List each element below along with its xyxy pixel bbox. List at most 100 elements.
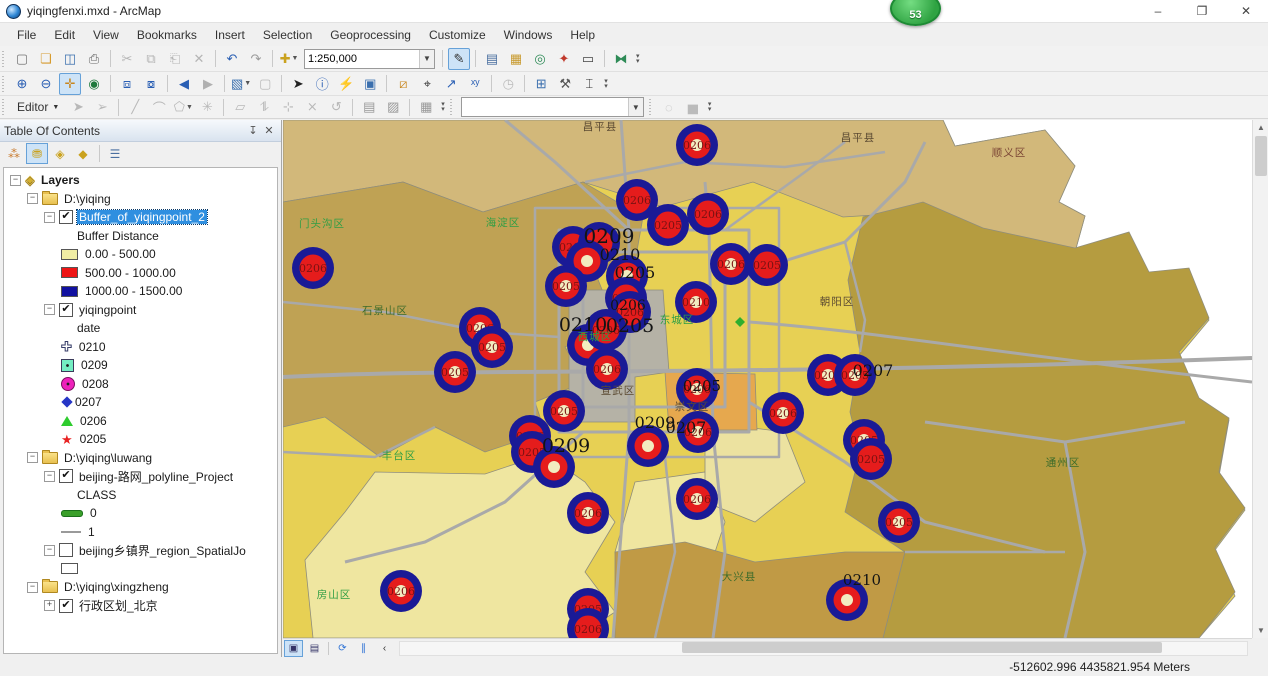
cut-polygon-button[interactable]: ⨯: [301, 96, 323, 118]
attributes-button[interactable]: ▤: [358, 96, 380, 118]
toc-label[interactable]: beijing乡镇界_region_SpatialJo: [77, 542, 248, 559]
toc-tree-row[interactable]: −✔beijing-路网_polyline_Project: [4, 467, 277, 486]
measure-button[interactable]: ⧄: [392, 73, 414, 95]
scroll-up-button[interactable]: ▲: [1253, 120, 1268, 135]
scroll-down-button[interactable]: ▼: [1253, 623, 1268, 638]
toc-tree-row[interactable]: −beijing乡镇界_region_SpatialJo: [4, 541, 277, 560]
arctoolbox-window-button[interactable]: ✦: [553, 48, 575, 70]
viewer-window-button[interactable]: ⊞: [530, 73, 552, 95]
toc-label[interactable]: 0.00 - 500.00: [83, 247, 158, 261]
editor-toolbar-toggle-button[interactable]: ✎: [448, 48, 470, 70]
toc-tree-row[interactable]: 1: [4, 523, 277, 542]
toc-tree-row[interactable]: 0206: [4, 412, 277, 431]
menu-geoprocessing[interactable]: Geoprocessing: [321, 25, 420, 45]
expand-toggle[interactable]: +: [44, 600, 55, 611]
fixed-zoom-in-button[interactable]: ⧈: [116, 73, 138, 95]
map-scale-dropdown-arrow[interactable]: ▼: [419, 50, 434, 68]
editor-target-combo[interactable]: ▼: [461, 97, 644, 117]
go-back-extent-button[interactable]: ◀: [173, 73, 195, 95]
toc-tree-row[interactable]: 0209: [4, 356, 277, 375]
go-to-xy-button[interactable]: ↗: [440, 73, 462, 95]
collapse-toggle[interactable]: −: [27, 452, 38, 463]
layer-visibility-checkbox[interactable]: ✔: [59, 469, 73, 483]
menu-insert[interactable]: Insert: [206, 25, 254, 45]
collapse-toggle[interactable]: −: [27, 582, 38, 593]
hyperlink-button[interactable]: ⚡: [335, 73, 357, 95]
toc-tree-row[interactable]: −✔Buffer_of_yiqingpoint_2: [4, 208, 277, 227]
fixed-zoom-out-button[interactable]: ⧇: [140, 73, 162, 95]
toc-label[interactable]: 0208: [80, 377, 111, 391]
reshape-button[interactable]: ▱: [229, 96, 251, 118]
cut-button[interactable]: ✂: [116, 48, 138, 70]
toc-label[interactable]: Buffer Distance: [75, 229, 161, 243]
toc-label[interactable]: Layers: [39, 173, 82, 187]
menu-customize[interactable]: Customize: [420, 25, 495, 45]
find-button[interactable]: ⌖: [416, 73, 438, 95]
trace-button[interactable]: ⬠▼: [172, 96, 194, 118]
select-features-button[interactable]: ▧▼: [230, 73, 252, 95]
sketch-properties-button[interactable]: ▨: [382, 96, 404, 118]
toc-options-button[interactable]: ☰: [104, 143, 126, 164]
toolbar-overflow-button[interactable]: ▾▾: [441, 102, 445, 112]
collapse-toggle[interactable]: −: [44, 471, 55, 482]
collapse-toggle[interactable]: −: [44, 212, 55, 223]
menu-bookmarks[interactable]: Bookmarks: [128, 25, 206, 45]
paste-button[interactable]: ⎗: [164, 48, 186, 70]
editor-target-input[interactable]: [462, 99, 628, 115]
toc-label[interactable]: date: [75, 321, 102, 335]
toolbar-overflow-button[interactable]: ▾▾: [708, 102, 712, 112]
continue-feature-button[interactable]: ↺: [325, 96, 347, 118]
collapse-toggle[interactable]: −: [27, 193, 38, 204]
toc-tree-row[interactable]: 500.00 - 1000.00: [4, 264, 277, 283]
menu-selection[interactable]: Selection: [254, 25, 321, 45]
editor-menu-button[interactable]: Editor▼: [10, 97, 66, 117]
collapse-toggle[interactable]: −: [10, 175, 21, 186]
edit-tool-button[interactable]: ➤: [67, 96, 89, 118]
delete-button[interactable]: ✕: [188, 48, 210, 70]
redo-button[interactable]: ↷: [245, 48, 267, 70]
toc-tree-row[interactable]: −D:\yiqing\luwang: [4, 449, 277, 468]
scroll-left-button[interactable]: ‹: [375, 640, 394, 657]
layer-visibility-checkbox[interactable]: ✔: [59, 210, 73, 224]
search-window-button[interactable]: ◎: [529, 48, 551, 70]
collapse-toggle[interactable]: −: [44, 304, 55, 315]
histogram-button[interactable]: ▅: [682, 96, 704, 118]
toc-label[interactable]: CLASS: [75, 488, 118, 502]
time-slider-button[interactable]: ◷: [497, 73, 519, 95]
toc-label[interactable]: 0205: [78, 432, 109, 446]
menu-view[interactable]: View: [84, 25, 128, 45]
vertical-scroll-thumb[interactable]: [1255, 136, 1267, 176]
clear-selection-button[interactable]: ▢: [254, 73, 276, 95]
save-document-button[interactable]: ◫: [59, 48, 81, 70]
map-scale-combo[interactable]: ▼: [304, 49, 435, 69]
edit-annotation-button[interactable]: ➢: [91, 96, 113, 118]
toc-tree-row[interactable]: −✔yiqingpoint: [4, 301, 277, 320]
open-document-button[interactable]: ❏: [35, 48, 57, 70]
map-scale-input[interactable]: [305, 51, 419, 67]
toc-label[interactable]: 0: [88, 506, 99, 520]
catalog-window-button[interactable]: ▦: [505, 48, 527, 70]
toc-label[interactable]: 1: [86, 525, 97, 539]
rotate-button[interactable]: ⊹: [277, 96, 299, 118]
new-document-button[interactable]: ▢: [11, 48, 33, 70]
toc-label[interactable]: 0207: [73, 395, 104, 409]
add-data-button[interactable]: ✚▼: [278, 48, 300, 70]
full-extent-button[interactable]: ◉: [83, 73, 105, 95]
toc-label[interactable]: 行政区划_北京: [77, 597, 160, 614]
toolbar-overflow-button[interactable]: ▾▾: [636, 54, 640, 64]
toc-label[interactable]: 500.00 - 1000.00: [83, 266, 178, 280]
map-horizontal-scrollbar[interactable]: [399, 641, 1248, 656]
toc-tree-row[interactable]: −D:\yiqing\xingzheng: [4, 578, 277, 597]
data-view-button[interactable]: ▣: [284, 640, 303, 657]
layer-visibility-checkbox[interactable]: [59, 543, 73, 557]
toc-label[interactable]: 1000.00 - 1500.00: [83, 284, 184, 298]
undo-button[interactable]: ↶: [221, 48, 243, 70]
table-of-contents-window-button[interactable]: ▤: [481, 48, 503, 70]
minimize-button[interactable]: –: [1136, 0, 1180, 22]
restore-button[interactable]: ❐: [1180, 0, 1224, 22]
python-window-button[interactable]: ▭: [577, 48, 599, 70]
menu-edit[interactable]: Edit: [45, 25, 84, 45]
toc-label[interactable]: yiqingpoint: [77, 303, 138, 317]
toc-tree-row[interactable]: −D:\yiqing: [4, 190, 277, 209]
identify-button[interactable]: ⓘ: [311, 73, 333, 95]
